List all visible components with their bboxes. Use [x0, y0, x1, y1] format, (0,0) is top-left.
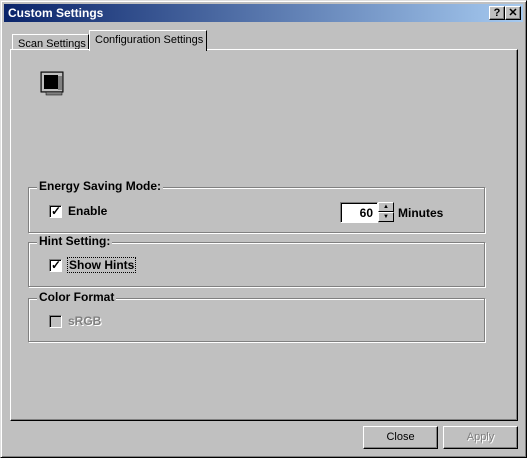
apply-button[interactable]: Apply [443, 426, 518, 449]
close-icon: ✕ [508, 7, 518, 19]
enable-checkbox-box[interactable]: ✓ [49, 203, 62, 218]
hint-setting-title: Hint Setting: [37, 234, 113, 248]
minutes-down-button[interactable]: ▼ [378, 212, 394, 222]
window-title: Custom Settings [8, 6, 104, 20]
close-button[interactable]: Close [363, 426, 438, 449]
minutes-unit-label: Minutes [398, 206, 444, 220]
show-hints-label: Show Hints [66, 257, 137, 273]
check-icon: ✓ [51, 257, 62, 272]
minutes-input[interactable]: 60 [340, 202, 378, 223]
close-window-button[interactable]: ✕ [505, 6, 521, 20]
minutes-up-button[interactable]: ▲ [378, 202, 394, 212]
tab-scan-settings[interactable]: Scan Settings [12, 34, 89, 50]
monitor-sleep-icon [40, 71, 64, 96]
srgb-checkbox[interactable]: sRGB [49, 314, 101, 328]
energy-saving-title: Energy Saving Mode: [37, 179, 164, 193]
check-icon: ✓ [51, 203, 62, 218]
tab-configuration-settings[interactable]: Configuration Settings [89, 30, 207, 51]
show-hints-checkbox[interactable]: ✓ Show Hints [49, 257, 137, 273]
show-hints-checkbox-box[interactable]: ✓ [49, 257, 62, 272]
title-bar[interactable]: Custom Settings ? ✕ [4, 4, 523, 22]
up-arrow-icon: ▲ [383, 204, 389, 210]
color-format-group: Color Format sRGB [28, 290, 485, 342]
down-arrow-icon: ▼ [383, 214, 389, 220]
help-button[interactable]: ? [489, 6, 505, 20]
custom-settings-dialog: Custom Settings ? ✕ Scan Settings Config… [0, 0, 527, 458]
hint-setting-group: Hint Setting: ✓ Show Hints [28, 234, 485, 287]
srgb-label: sRGB [68, 314, 102, 328]
color-format-title: Color Format [37, 290, 117, 304]
srgb-checkbox-box[interactable] [49, 314, 62, 328]
enable-label: Enable [68, 204, 108, 218]
enable-checkbox[interactable]: ✓ Enable [49, 204, 107, 218]
